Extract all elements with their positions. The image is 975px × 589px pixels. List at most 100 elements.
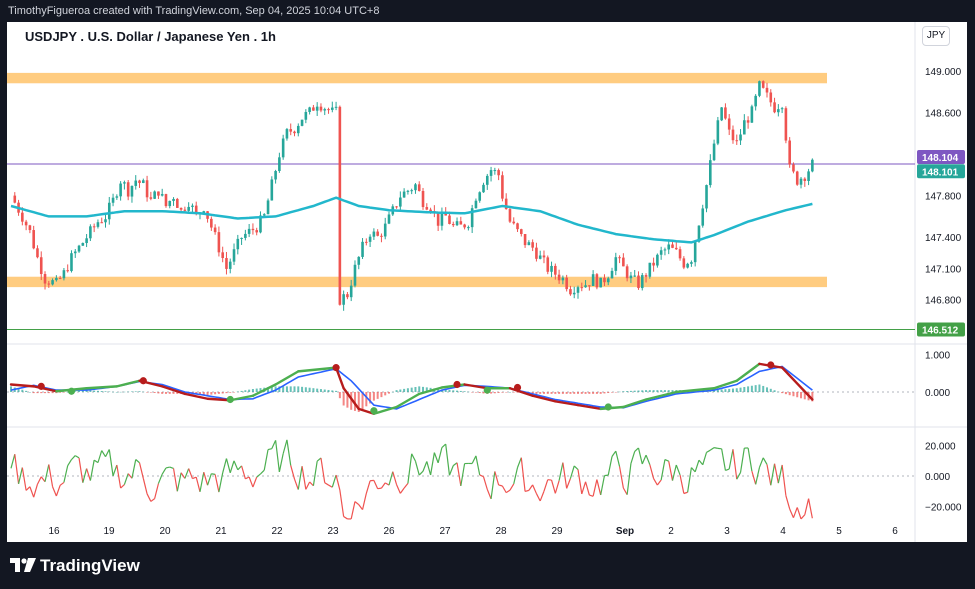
candle-body	[319, 106, 323, 111]
candle-body	[761, 81, 765, 88]
osc1-signal-dot	[604, 403, 612, 411]
osc1-histogram-bar	[758, 384, 761, 392]
candle-body	[807, 171, 810, 181]
osc1-histogram-bar	[482, 392, 485, 394]
osc1-histogram-bar	[380, 392, 383, 398]
osc1-line-1-segment	[115, 379, 141, 388]
osc2-segment	[316, 457, 322, 462]
candle-body	[682, 258, 686, 268]
osc2-segment	[17, 467, 23, 484]
candle-body	[512, 221, 516, 224]
candle-body	[96, 222, 100, 227]
osc1-histogram-bar	[372, 392, 375, 401]
candle-body	[550, 265, 553, 272]
candle-body	[799, 178, 803, 185]
candle-body	[266, 200, 270, 215]
candle-body	[47, 283, 51, 285]
chart-canvas[interactable]: 149.000 148.600 147.800 147.400 147.100 146.8…	[7, 22, 967, 542]
osc2-segment	[618, 466, 624, 489]
osc2-segment	[690, 467, 696, 473]
osc2-segment	[71, 455, 76, 461]
osc1-histogram-bar	[308, 387, 311, 392]
candle-body	[531, 242, 534, 248]
osc1-histogram-bar	[459, 390, 462, 392]
osc2-segment	[479, 474, 484, 478]
candle-body	[508, 209, 512, 222]
candle-body	[746, 120, 750, 123]
candle-body	[255, 230, 258, 233]
osc1-histogram-bar	[282, 386, 285, 392]
osc2-segment	[615, 450, 621, 467]
osc2-segment	[475, 455, 481, 476]
candle-body	[130, 185, 134, 197]
candle-body	[743, 120, 746, 135]
candle-body	[561, 277, 565, 281]
osc1-histogram-bar	[51, 392, 54, 394]
osc1-histogram-bar	[512, 392, 515, 393]
osc2-segment	[225, 458, 231, 473]
candle-body	[463, 224, 466, 228]
chart-panel[interactable]: 149.000 148.600 147.800 147.400 147.100 146.8…	[7, 22, 967, 542]
candle-body	[191, 205, 194, 207]
candle-body	[724, 107, 727, 119]
candle-body	[618, 257, 621, 259]
candle-body	[55, 277, 58, 281]
osc2-segment	[93, 459, 99, 464]
osc2-segment	[245, 476, 250, 480]
osc1-signal-dot	[226, 395, 234, 404]
osc1-histogram-bar	[720, 389, 723, 392]
candle-body	[595, 274, 599, 288]
osc2-segment	[411, 453, 416, 462]
candle-body	[331, 107, 334, 110]
osc1-line-1-segment	[9, 383, 35, 388]
candle-body	[656, 254, 659, 266]
osc1-histogram-bar	[236, 391, 239, 392]
osc2-segment	[392, 471, 398, 485]
osc2-segment	[777, 464, 783, 484]
osc2-segment	[40, 476, 46, 483]
osc2-segment	[74, 455, 80, 459]
osc2-segment	[403, 483, 409, 489]
currency-button[interactable]: JPY	[922, 26, 950, 46]
osc2-segment	[86, 468, 91, 481]
candle-body	[66, 270, 69, 272]
candle-body	[451, 223, 455, 226]
candle-body	[134, 180, 138, 186]
osc1-histogram-bar	[539, 392, 542, 394]
osc2-segment	[169, 466, 174, 469]
osc2-segment	[558, 462, 564, 481]
osc2-segment	[535, 493, 541, 502]
candle-body	[77, 245, 81, 252]
osc2-segment	[751, 470, 757, 485]
osc1-histogram-bar	[505, 392, 508, 393]
osc2-segment	[377, 487, 382, 490]
resistance-zone	[7, 72, 827, 84]
osc2-segment	[762, 457, 768, 465]
osc2-segment	[634, 447, 639, 452]
candle-body	[572, 292, 576, 295]
osc2-segment	[172, 468, 178, 492]
candle-body	[338, 106, 342, 305]
candle-body	[610, 270, 614, 279]
osc1-line-1-segment	[622, 398, 648, 409]
moving-average-line	[10, 196, 813, 244]
candle-body	[535, 247, 538, 259]
osc1-histogram-bar	[146, 392, 149, 393]
osc1-histogram-bar	[731, 388, 734, 392]
osc1-histogram-bar	[331, 390, 334, 392]
osc1-histogram-bar	[206, 392, 209, 395]
osc1-histogram-bar	[335, 390, 338, 392]
candle-body	[361, 241, 364, 257]
osc1-histogram-bar	[743, 387, 746, 392]
osc2-segment	[456, 462, 462, 487]
osc1-histogram-bar	[36, 392, 39, 394]
osc1-histogram-bar	[565, 392, 568, 394]
osc2-segment	[513, 467, 519, 485]
osc1-histogram-bar	[762, 385, 765, 392]
osc1-histogram-bar	[418, 386, 421, 392]
osc1-histogram-bar	[244, 390, 247, 392]
candle-body	[414, 184, 417, 191]
osc2-segment	[804, 498, 810, 515]
osc2-segment	[63, 465, 69, 483]
osc1-histogram-bar	[546, 392, 549, 394]
